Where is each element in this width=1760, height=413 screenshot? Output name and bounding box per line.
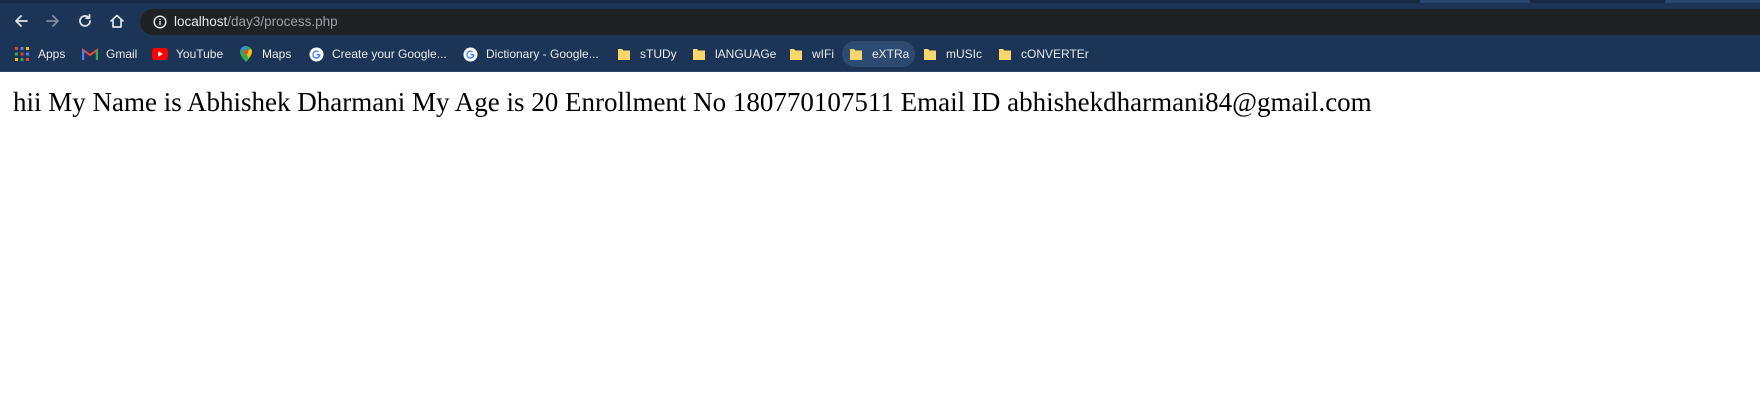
bookmark-label: mUSIc xyxy=(946,47,982,61)
home-icon xyxy=(110,14,124,28)
arrow-right-icon xyxy=(46,15,59,27)
bookmark-label: wIFi xyxy=(812,47,834,61)
tab-edge-segment xyxy=(1665,0,1760,3)
address-url[interactable]: localhost/day3/process.php xyxy=(174,13,338,31)
folder-icon xyxy=(788,46,804,62)
bookmark-label: sTUDy xyxy=(640,47,677,61)
google-icon xyxy=(308,46,324,62)
bookmark-folder-extra[interactable]: eXTRa xyxy=(842,41,916,67)
bookmark-maps[interactable]: Maps xyxy=(232,41,297,67)
youtube-icon xyxy=(152,46,168,62)
bookmark-label: YouTube xyxy=(176,47,224,61)
page-message: hii My Name is Abhishek Dharmani My Age … xyxy=(13,87,1372,117)
folder-icon xyxy=(997,46,1013,62)
page-content: hii My Name is Abhishek Dharmani My Age … xyxy=(0,72,1760,413)
bookmark-youtube[interactable]: YouTube xyxy=(146,41,229,67)
bookmark-apps[interactable]: Apps xyxy=(8,41,71,67)
forward-button[interactable] xyxy=(42,10,64,32)
reload-button[interactable] xyxy=(74,10,96,32)
tab-edge-segment xyxy=(1420,0,1530,3)
reload-icon xyxy=(79,13,91,27)
folder-icon xyxy=(922,46,938,62)
home-button[interactable] xyxy=(106,10,128,32)
bookmark-folder-converter[interactable]: cONVERTEr xyxy=(991,41,1095,67)
folder-icon xyxy=(616,46,632,62)
bookmark-gmail[interactable]: Gmail xyxy=(76,41,143,67)
bookmark-dictionary[interactable]: Dictionary - Google... xyxy=(456,41,605,67)
bookmark-label: Maps xyxy=(262,47,292,61)
browser-toolbar: localhost/day3/process.php xyxy=(0,0,1760,38)
info-icon[interactable] xyxy=(153,15,167,29)
bookmark-label: cONVERTEr xyxy=(1021,47,1089,61)
bookmark-label: eXTRa xyxy=(872,47,910,61)
bookmark-label: Gmail xyxy=(106,47,138,61)
google-icon xyxy=(462,46,478,62)
maps-pin-icon xyxy=(238,46,254,62)
bookmark-label: lANGUAGe xyxy=(715,47,777,61)
bookmark-create-google[interactable]: Create your Google... xyxy=(302,41,453,67)
bookmark-label: Create your Google... xyxy=(332,47,447,61)
gmail-icon xyxy=(82,46,98,62)
back-button[interactable] xyxy=(10,10,32,32)
url-host: localhost xyxy=(174,14,228,29)
bookmark-label: Apps xyxy=(38,47,66,61)
apps-grid-icon xyxy=(14,46,30,62)
folder-icon xyxy=(848,46,864,62)
address-bar[interactable]: localhost/day3/process.php xyxy=(140,9,1760,35)
bookmark-folder-language[interactable]: lANGUAGe xyxy=(685,41,782,67)
folder-icon xyxy=(691,46,707,62)
bookmark-folder-music[interactable]: mUSIc xyxy=(916,41,988,67)
bookmark-label: Dictionary - Google... xyxy=(486,47,599,61)
url-path: /day3/process.php xyxy=(227,14,338,29)
arrow-left-icon xyxy=(15,15,28,27)
bookmark-folder-wifi[interactable]: wIFi xyxy=(782,41,840,67)
bookmark-folder-study[interactable]: sTUDy xyxy=(610,41,683,67)
bookmarks-bar: Apps Gmail YouTube Maps Create your Goog… xyxy=(0,38,1760,72)
